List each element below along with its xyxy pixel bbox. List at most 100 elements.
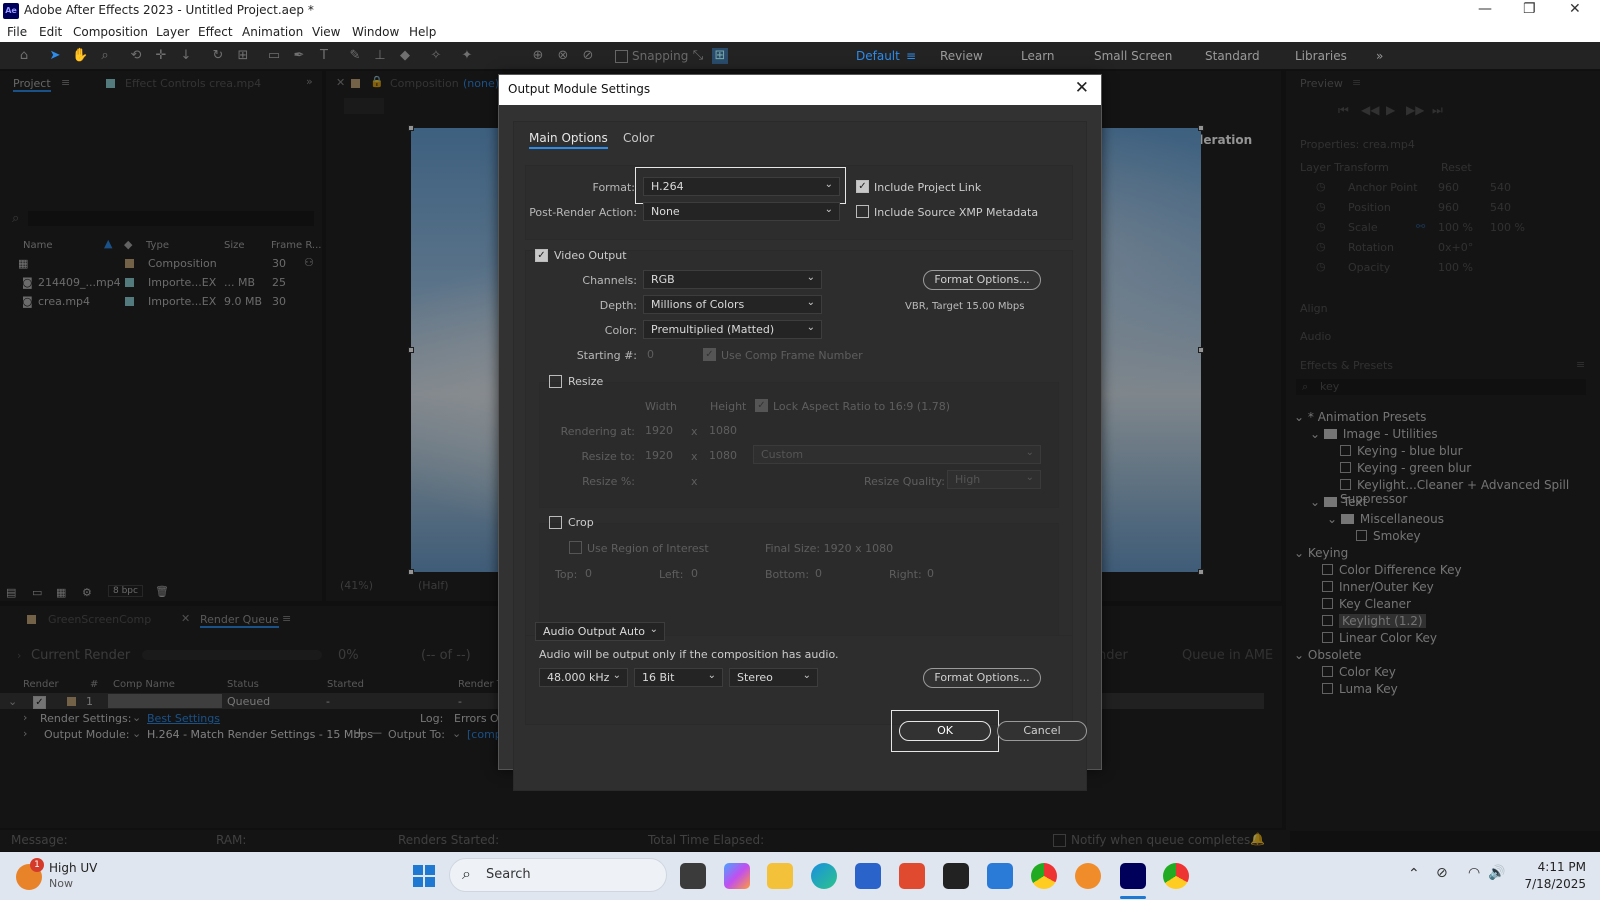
dolly-camera-icon[interactable]: ↓ [178,48,194,64]
minimize-button[interactable]: — [1478,1,1492,17]
copilot-icon[interactable] [724,863,750,889]
type-tool-icon[interactable]: T [316,48,332,64]
grid-icon[interactable]: ⊞ [712,48,728,64]
resize-height-input[interactable]: 1080 [709,449,737,462]
axis-icon[interactable]: ⊗ [555,48,571,64]
clock-date[interactable]: 7/18/2025 [1516,877,1586,891]
resize-quality-dropdown[interactable]: High ⌄ [947,470,1041,489]
workspace-default[interactable]: Default [856,49,900,63]
align-icon[interactable]: ⊕ [530,48,546,64]
close-window-button[interactable]: ✕ [1569,1,1581,17]
zoom-tool-icon[interactable]: ⌕ [97,48,113,64]
resize-preset-dropdown[interactable]: Custom ⌄ [753,445,1041,464]
brush-tool-icon[interactable]: ✎ [347,48,363,64]
workspace-standard[interactable]: Standard [1205,49,1260,63]
workspace-menu-icon[interactable]: ≡ [906,49,916,63]
maximize-button[interactable]: ❐ [1523,1,1536,17]
wifi-icon[interactable]: ◠ [1468,865,1480,881]
tab-main-options[interactable]: Main Options [529,131,608,149]
workspace-small-screen[interactable]: Small Screen [1094,49,1172,63]
format-dropdown[interactable]: H.264 ⌄ [643,177,840,196]
menu-help[interactable]: Help [409,25,436,39]
rectangle-tool-icon[interactable]: ▭ [266,48,282,64]
sample-rate-dropdown[interactable]: 48.000 kHz ⌄ [539,668,628,687]
vscode-icon[interactable] [987,863,1013,889]
channels-dropdown[interactable]: RGB ⌄ [643,270,822,289]
windows-start-icon[interactable] [413,865,435,887]
final-size-label: Final Size: 1920 x 1080 [765,542,894,555]
resize-checkbox[interactable] [549,375,562,388]
video-format-options-button[interactable]: Format Options... [923,270,1041,290]
orbit-camera-icon[interactable]: ⟲ [128,48,144,64]
crop-top-value[interactable]: 0 [585,567,592,580]
ok-button[interactable]: OK [899,721,991,741]
video-output-checkbox[interactable]: ✓ [535,249,548,262]
menu-window[interactable]: Window [352,25,399,39]
task-view-icon[interactable] [680,863,706,889]
volume-icon[interactable]: 🔊 [1488,865,1505,881]
use-comp-frame-checkbox[interactable]: ✓ [703,348,716,361]
post-render-dropdown[interactable]: None ⌄ [643,202,840,221]
taskbar-search[interactable]: ⌕ Search [449,858,667,892]
network-off-icon[interactable]: ⊘ [1436,865,1448,881]
world-axis-icon[interactable]: ⊘ [580,48,596,64]
menu-effect[interactable]: Effect [198,25,233,39]
audio-channels-dropdown[interactable]: Stereo ⌄ [729,668,818,687]
menu-animation[interactable]: Animation [242,25,303,39]
dialog-close-icon[interactable]: ✕ [1075,78,1089,98]
crop-bottom-label: Bottom: [765,568,810,581]
blender-icon[interactable] [1075,863,1101,889]
clock-time[interactable]: 4:11 PM [1526,860,1586,874]
audio-format-options-button[interactable]: Format Options... [923,668,1041,688]
crop-left-value[interactable]: 0 [691,567,698,580]
include-xmp-checkbox[interactable] [856,205,869,218]
tab-color[interactable]: Color [623,131,654,145]
color-dropdown[interactable]: Premultiplied (Matted) ⌄ [643,320,822,339]
depth-dropdown[interactable]: Millions of Colors ⌄ [643,295,822,314]
chrome-profile-icon[interactable] [1163,863,1189,889]
pan-behind-icon[interactable]: ⊞ [235,48,251,64]
roto-brush-icon[interactable]: ✧ [428,48,444,64]
color-label: Color: [604,324,637,337]
rotate-tool-icon[interactable]: ↻ [210,48,226,64]
bit-depth-dropdown[interactable]: 16 Bit ⌄ [634,668,723,687]
home-icon[interactable]: ⌂ [16,48,32,64]
menu-composition[interactable]: Composition [73,25,148,39]
microsoft-store-icon[interactable] [855,863,881,889]
menu-edit[interactable]: Edit [39,25,62,39]
resize-width-input[interactable]: 1920 [645,449,673,462]
include-project-link-checkbox[interactable]: ✓ [856,180,869,193]
chrome-icon[interactable] [1031,863,1057,889]
workspace-libraries[interactable]: Libraries [1295,49,1347,63]
epic-games-icon[interactable] [943,863,969,889]
menu-view[interactable]: View [312,25,340,39]
hand-tool-icon[interactable]: ✋ [72,48,88,64]
tray-overflow-icon[interactable]: ⌃ [1408,866,1420,882]
file-explorer-icon[interactable] [767,863,793,889]
eraser-tool-icon[interactable]: ◆ [397,48,413,64]
pan-camera-icon[interactable]: ✛ [153,48,169,64]
starting-number-value[interactable]: 0 [647,348,654,361]
selection-tool-icon[interactable]: ➤ [47,48,63,64]
more-workspaces-button[interactable]: » [1376,49,1383,63]
crop-bottom-value[interactable]: 0 [815,567,822,580]
cancel-button[interactable]: Cancel [997,721,1087,741]
weather-title[interactable]: High UV [49,861,97,875]
crop-right-value[interactable]: 0 [927,567,934,580]
audio-output-dropdown[interactable]: Audio Output Auto ⌄ [535,622,665,641]
clone-stamp-icon[interactable]: ⊥ [372,48,388,64]
menu-file[interactable]: File [7,25,27,39]
crop-checkbox[interactable] [549,516,562,529]
workspace-review[interactable]: Review [940,49,983,63]
menu-layer[interactable]: Layer [156,25,189,39]
app-icon[interactable] [899,863,925,889]
puppet-tool-icon[interactable]: ✦ [459,48,475,64]
use-roi-checkbox[interactable] [569,541,582,554]
snapping-checkbox[interactable] [615,50,628,63]
lock-aspect-checkbox[interactable]: ✓ [755,399,768,412]
snap-icon[interactable]: ⤡ [690,48,706,64]
after-effects-taskbar-icon[interactable] [1120,863,1146,889]
pen-tool-icon[interactable]: ✒ [291,48,307,64]
workspace-learn[interactable]: Learn [1021,49,1055,63]
edge-icon[interactable] [811,863,837,889]
